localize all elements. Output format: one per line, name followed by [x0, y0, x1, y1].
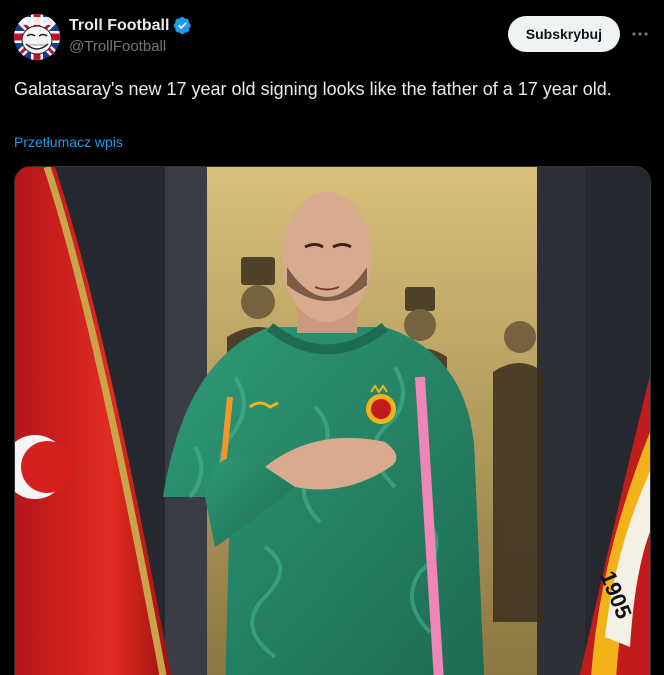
player-photo: [15, 167, 650, 675]
subscribe-button[interactable]: Subskrybuj: [507, 16, 620, 52]
author-names: Troll Football @TrollFootball: [69, 16, 192, 55]
name-row: Troll Football: [69, 16, 192, 35]
display-name[interactable]: Troll Football: [69, 17, 169, 35]
verified-badge-icon[interactable]: [173, 16, 192, 35]
tweet-text: Galatasaray's new 17 year old signing lo…: [14, 79, 612, 99]
translate-link[interactable]: Przetłumacz wpis: [14, 134, 123, 150]
tweet-image[interactable]: 1905: [14, 166, 651, 675]
tweet-header: Troll Football @TrollFootball Subskrybuj: [14, 14, 650, 62]
troll-face-avatar-icon: [14, 14, 60, 60]
avatar[interactable]: [14, 14, 60, 60]
more-options-icon[interactable]: [628, 22, 652, 46]
author-handle[interactable]: @TrollFootball: [69, 38, 192, 55]
